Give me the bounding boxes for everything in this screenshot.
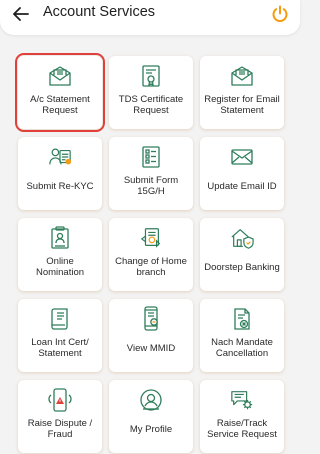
tile-label: Nach Mandate Cancellation [211,337,273,359]
tile-label: A/c Statement Request [30,94,90,116]
tile-label: View MMID [126,342,176,354]
tile-update-email-id[interactable]: Update Email ID [200,137,284,210]
tile-my-profile[interactable]: My Profile [109,380,193,453]
person-id-card-icon [48,145,72,169]
certificate-icon [139,64,163,88]
form-document-icon [139,145,163,169]
nomination-document-icon [48,226,72,250]
arrow-left-icon [13,7,29,21]
tile-label: Doorstep Banking [204,261,280,273]
tile-tds-certificate-request[interactable]: TDS Certificate Request [109,56,193,129]
services-grid: A/c Statement Request TDS Certificate Re… [15,53,284,453]
tile-label: Submit Form 15G/H [123,175,179,197]
tile-loan-int-cert-statement[interactable]: Loan Int Cert/ Statement [18,299,102,372]
tile-submit-re-kyc[interactable]: Submit Re-KYC [18,137,102,210]
power-icon [272,5,288,22]
tile-raise-dispute-fraud[interactable]: Raise Dispute / Fraud [18,380,102,453]
chat-gear-icon [230,388,254,412]
certificate-scroll-icon [48,307,72,331]
tile-label: Online Nomination [35,256,85,278]
tile-register-email-statement[interactable]: Register for Email Statement [200,56,284,129]
envelope-open-icon [48,64,72,88]
tile-label: Raise Dispute / Fraud [27,418,93,440]
cancel-document-icon [230,307,254,331]
envelope-icon [230,145,254,169]
tile-online-nomination[interactable]: Online Nomination [18,218,102,291]
profile-icon [139,388,163,412]
back-button[interactable] [8,3,34,25]
tile-label: Submit Re-KYC [26,180,94,192]
mobile-alert-icon [48,388,72,412]
tile-ac-statement-request[interactable]: A/c Statement Request [15,53,105,132]
app-header: Account Services [0,0,300,35]
home-shield-icon [230,226,254,250]
tile-submit-form-15gh[interactable]: Submit Form 15G/H [109,137,193,210]
mobile-id-icon [139,306,163,331]
tile-label: Register for Email Statement [204,94,280,116]
tile-label: TDS Certificate Request [118,94,184,116]
tile-doorstep-banking[interactable]: Doorstep Banking [200,218,284,291]
tile-label: Change of Home branch [115,256,187,278]
tile-view-mmid[interactable]: View MMID [109,299,193,372]
logout-button[interactable] [269,3,291,25]
envelope-open-icon [230,64,254,88]
tile-nach-mandate-cancellation[interactable]: Nach Mandate Cancellation [200,299,284,372]
tile-raise-track-service-request[interactable]: Raise/Track Service Request [200,380,284,453]
tile-label: Raise/Track Service Request [207,418,277,440]
tile-label: My Profile [129,423,173,435]
tile-label: Loan Int Cert/ Statement [31,337,89,359]
branch-document-icon [139,226,163,250]
tile-label: Update Email ID [207,180,277,192]
page-title: Account Services [43,4,156,20]
tile-change-home-branch[interactable]: Change of Home branch [109,218,193,291]
